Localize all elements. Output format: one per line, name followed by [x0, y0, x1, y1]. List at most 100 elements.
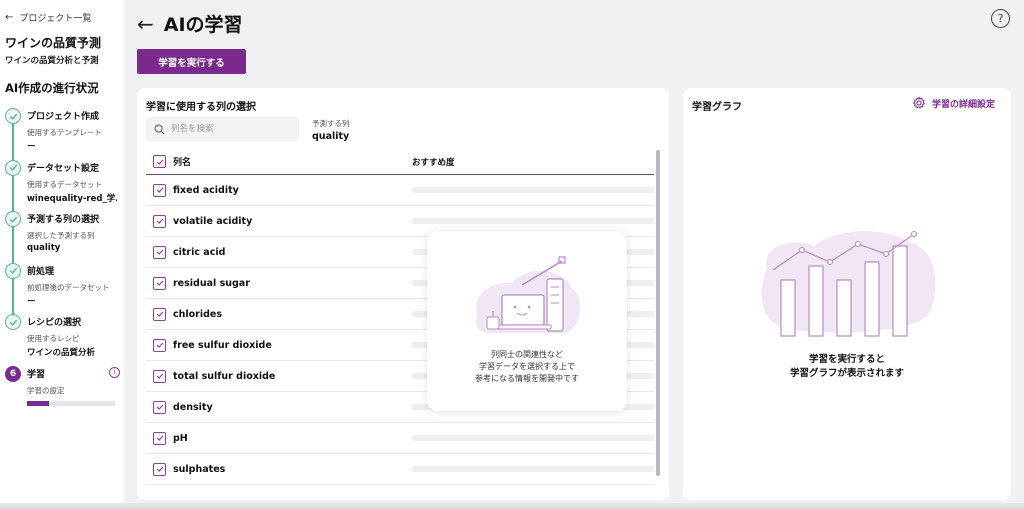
step-title: 前処理: [27, 266, 55, 277]
step-caption: 学習の設定: [27, 385, 65, 395]
step-connector: [12, 124, 14, 160]
step-progress-bar: [27, 400, 115, 406]
column-name: residual sugar: [173, 277, 250, 289]
column-checkbox[interactable]: [153, 276, 166, 290]
recommendation-bar: [412, 187, 654, 193]
step-title: データセット設定: [27, 163, 100, 174]
table-scrollbar[interactable]: [656, 150, 660, 476]
recommendation-bar: [412, 435, 654, 441]
message-line: 学習グラフが表示されます: [789, 368, 904, 379]
panel-title: 学習グラフ: [692, 102, 742, 113]
check-icon: [5, 211, 21, 227]
project-title: ワインの品質予測: [5, 36, 102, 50]
advanced-settings-link[interactable]: 学習の詳細設定: [912, 96, 995, 110]
step-title: レシピの選択: [27, 318, 82, 328]
column-name: fixed acidity: [173, 184, 239, 196]
step-recipe[interactable]: レシピの選択 使用するレシピ ワインの品質分析: [5, 312, 124, 364]
column-selection-panel: 学習に使用する列の選択 予測する列 quality 列名 おすすめ度 fixed…: [137, 88, 669, 500]
graph-empty-message: 学習を実行すると 学習グラフが表示されます: [683, 353, 1011, 381]
step-caption: 使用するテンプレート: [27, 128, 102, 137]
message-line: 学習データを選択する上で: [479, 362, 575, 371]
header-column-name: 列名: [173, 158, 192, 168]
step-connector: [12, 227, 14, 263]
training-graph-panel: 学習グラフ 学習の詳細設定 学習を実行すると 学習グラフが表示されます: [683, 88, 1011, 500]
column-name: chlorides: [173, 308, 223, 320]
table-row: fixed acidity: [146, 175, 654, 206]
check-icon: [5, 159, 21, 176]
in-development-card: 列同士の関連性など 学習データを選択する上で 参考になる情報を開発中です: [427, 231, 627, 411]
column-checkbox[interactable]: [153, 214, 166, 228]
panel-title: 学習に使用する列の選択: [146, 102, 256, 113]
column-checkbox[interactable]: [153, 400, 166, 414]
column-checkbox[interactable]: [153, 431, 166, 445]
advanced-settings-label: 学習の詳細設定: [932, 99, 996, 110]
message-line: 列同士の関連性など: [491, 350, 563, 359]
check-icon: [5, 262, 21, 279]
step-training[interactable]: 6 学習 学習の設定 i: [5, 364, 124, 416]
step-caption: 選択した予測する列: [27, 231, 95, 240]
recommendation-bar: [412, 466, 654, 472]
table-header: 列名 おすすめ度: [146, 149, 654, 175]
step-connector: [12, 175, 14, 212]
step-value: quality: [27, 243, 61, 253]
step-project-create[interactable]: プロジェクト作成 使用するテンプレート ー: [5, 106, 124, 160]
message-line: 学習を実行すると: [808, 354, 885, 365]
header-recommendation: おすすめ度: [412, 157, 455, 168]
info-icon[interactable]: i: [109, 366, 120, 378]
check-icon: [5, 108, 21, 124]
back-arrow-icon[interactable]: ←: [137, 12, 154, 36]
column-search-input[interactable]: [171, 124, 291, 134]
column-checkbox[interactable]: [153, 307, 166, 321]
back-link-label: プロジェクト一覧: [19, 13, 92, 24]
column-name: volatile acidity: [173, 215, 253, 227]
search-icon: [154, 124, 165, 134]
training-graph-illustration: [761, 231, 936, 337]
arrow-left-icon: ←: [5, 11, 14, 23]
page-header: ← AIの学習: [137, 10, 243, 37]
column-search[interactable]: [146, 117, 299, 141]
column-checkbox[interactable]: [153, 338, 166, 352]
in-development-message: 列同士の関連性など 学習データを選択する上で 参考になる情報を開発中です: [427, 349, 627, 385]
step-number-badge: 6: [5, 365, 21, 382]
column-name: citric acid: [173, 246, 226, 258]
step-caption: 使用するデータセット: [27, 179, 102, 189]
step-value: winequality-red_学...: [27, 193, 117, 204]
step-progress-fill: [27, 400, 49, 406]
target-column-label: 予測する列: [312, 119, 350, 128]
column-name: density: [173, 401, 213, 413]
recommendation-bar: [412, 218, 654, 224]
back-to-projects-link[interactable]: ← プロジェクト一覧: [5, 10, 124, 24]
step-dataset-setting[interactable]: データセット設定 使用するデータセット winequality-red_学...: [5, 158, 124, 212]
message-line: 参考になる情報を開発中です: [475, 374, 579, 383]
step-title: 学習: [27, 369, 46, 380]
check-icon: [5, 314, 21, 330]
step-connector: [12, 278, 14, 315]
step-caption: 前処理後のデータセット: [27, 282, 110, 292]
run-training-button[interactable]: 学習を実行する: [137, 49, 246, 74]
page-title: AIの学習: [163, 14, 243, 36]
column-checkbox[interactable]: [153, 245, 166, 259]
column-checkbox[interactable]: [153, 462, 166, 476]
project-subtitle: ワインの品質分析と予測: [5, 56, 99, 66]
step-value: ー: [27, 296, 36, 307]
development-illustration: [476, 256, 581, 333]
step-title: 予測する列の選択: [27, 215, 100, 225]
column-name: sulphates: [173, 463, 226, 475]
step-preprocess[interactable]: 前処理 前処理後のデータセット ー: [5, 261, 124, 315]
column-name: pH: [173, 432, 188, 444]
column-checkbox[interactable]: [153, 183, 166, 197]
step-list: プロジェクト作成 使用するテンプレート ー データセット設定 使用するデータセッ…: [5, 106, 124, 415]
sidebar: ← プロジェクト一覧 ワインの品質予測 ワインの品質分析と予測 AI作成の進行状…: [0, 0, 124, 509]
help-icon[interactable]: ?: [991, 9, 1010, 28]
gear-icon: [913, 96, 925, 109]
bottom-edge: [0, 503, 1024, 509]
step-target-column[interactable]: 予測する列の選択 選択した予測する列 quality: [5, 209, 124, 263]
column-name: free sulfur dioxide: [173, 339, 272, 351]
column-name: total sulfur dioxide: [173, 370, 276, 382]
column-checkbox[interactable]: [153, 369, 166, 383]
table-row: pH: [146, 423, 654, 454]
select-all-checkbox[interactable]: [153, 155, 166, 168]
target-column-value: quality: [312, 131, 350, 142]
step-caption: 使用するレシピ: [27, 334, 80, 343]
progress-title: AI作成の進行状況: [5, 81, 99, 95]
